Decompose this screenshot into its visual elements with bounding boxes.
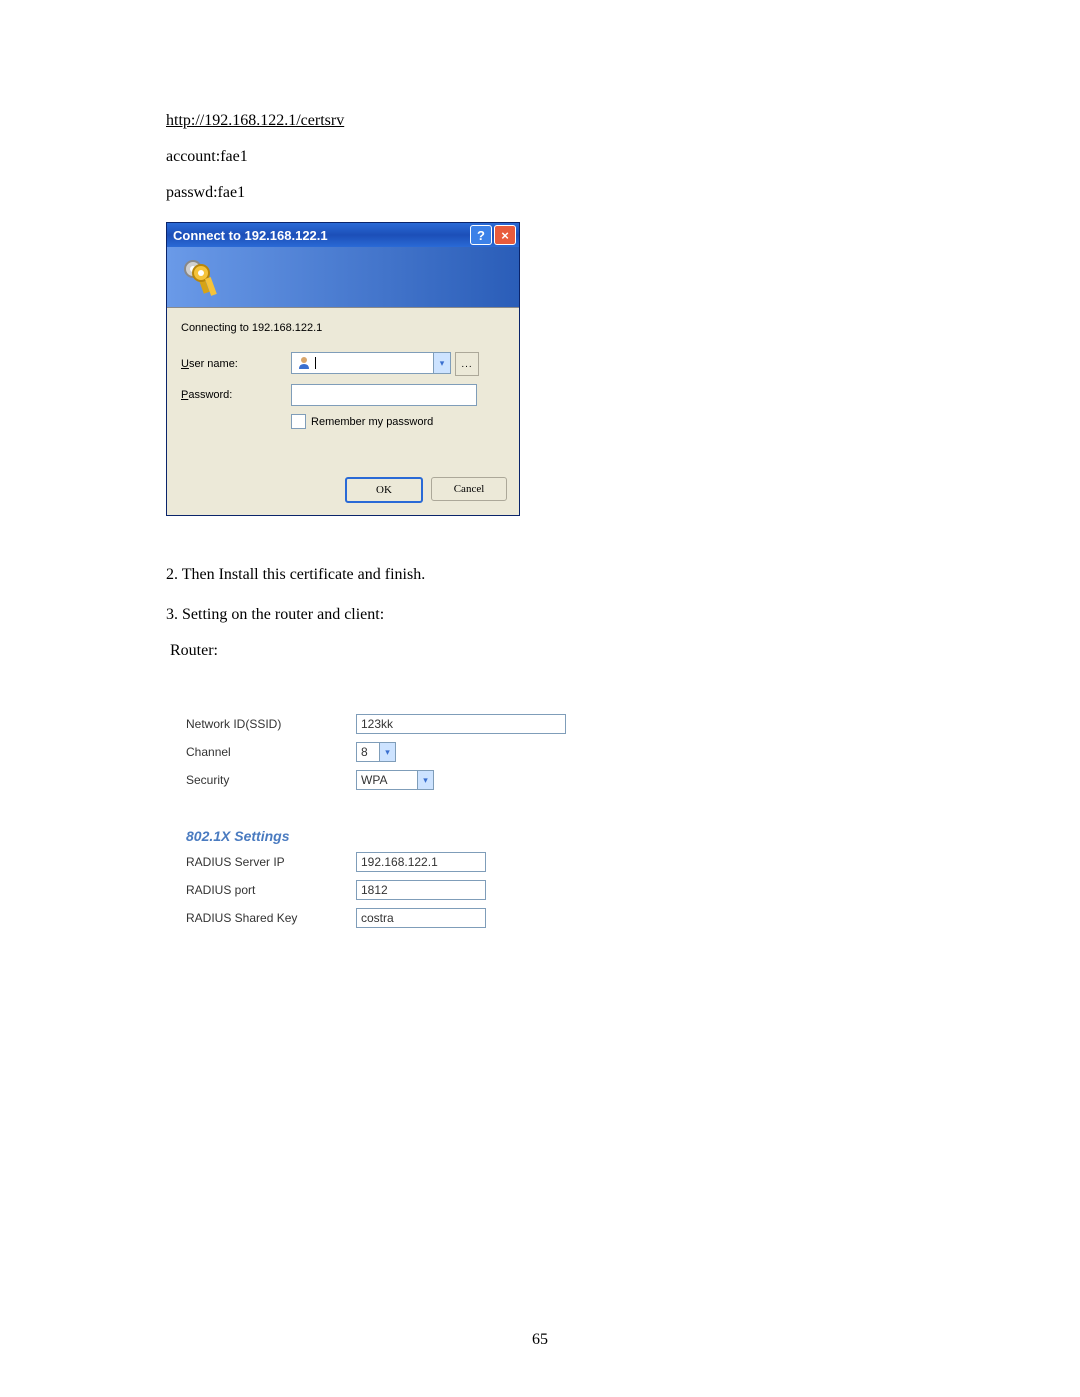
channel-select[interactable]: 8 ▾ [356, 742, 396, 762]
chevron-down-icon[interactable]: ▾ [433, 353, 450, 373]
connecting-text: Connecting to 192.168.122.1 [181, 322, 505, 334]
account-text: account:fae1 [166, 148, 916, 166]
username-label: User name: [181, 358, 291, 370]
chevron-down-icon[interactable]: ▾ [379, 743, 395, 761]
radius-ip-label: RADIUS Server IP [186, 855, 356, 869]
security-label: Security [186, 773, 356, 787]
step-2: 2. Then Install this certificate and fin… [166, 566, 916, 584]
ssid-label: Network ID(SSID) [186, 717, 356, 731]
radius-key-input[interactable]: costra [356, 908, 486, 928]
remember-checkbox[interactable] [291, 414, 306, 429]
dialog-banner [167, 247, 519, 308]
radius-ip-input[interactable]: 192.168.122.1 [356, 852, 486, 872]
passwd-text: passwd:fae1 [166, 184, 916, 202]
router-settings-panel: Network ID(SSID) 123kk Channel 8 ▾ Secur… [186, 714, 604, 928]
radius-port-label: RADIUS port [186, 883, 356, 897]
password-label: Password: [181, 389, 291, 401]
browse-button[interactable]: ... [455, 352, 479, 376]
8021x-section-title: 802.1X Settings [186, 828, 604, 844]
radius-key-label: RADIUS Shared Key [186, 911, 356, 925]
remember-label: Remember my password [311, 416, 433, 428]
step-3: 3. Setting on the router and client: [166, 606, 916, 624]
ok-button[interactable]: OK [345, 477, 423, 503]
dialog-titlebar: Connect to 192.168.122.1 ? × [167, 223, 519, 247]
chevron-down-icon[interactable]: ▾ [417, 771, 433, 789]
security-select[interactable]: WPA ▾ [356, 770, 434, 790]
help-icon[interactable]: ? [470, 225, 492, 245]
keys-icon [181, 257, 221, 301]
router-label: Router: [170, 642, 916, 660]
password-input[interactable] [291, 384, 477, 406]
dialog-title: Connect to 192.168.122.1 [173, 228, 328, 243]
cancel-button[interactable]: Cancel [431, 477, 507, 501]
ssid-input[interactable]: 123kk [356, 714, 566, 734]
page-number: 65 [0, 1331, 1080, 1349]
channel-label: Channel [186, 745, 356, 759]
auth-dialog: Connect to 192.168.122.1 ? × Connecting … [166, 222, 520, 516]
radius-port-input[interactable]: 1812 [356, 880, 486, 900]
user-icon [296, 355, 312, 371]
certsrv-url[interactable]: http://192.168.122.1/certsrv [166, 112, 916, 130]
username-combo[interactable]: ▾ [291, 352, 451, 374]
close-icon[interactable]: × [494, 225, 516, 245]
